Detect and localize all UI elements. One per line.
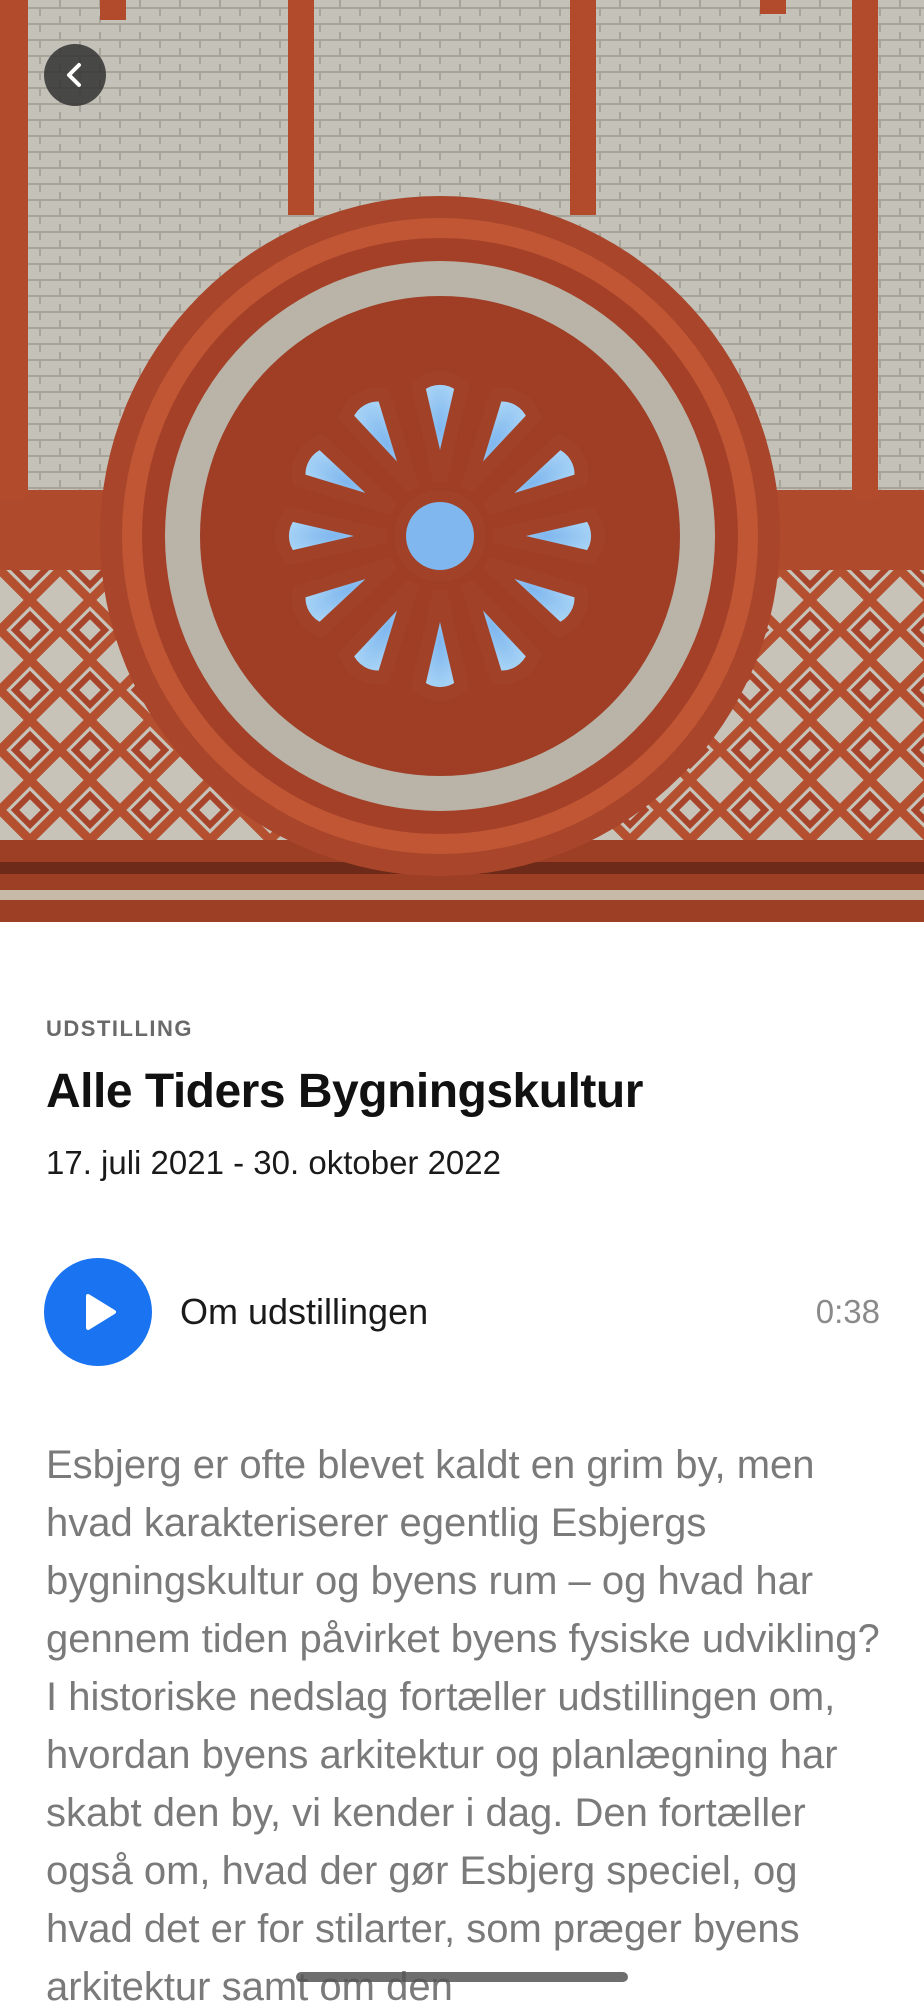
home-indicator[interactable] bbox=[296, 1972, 628, 1982]
audio-title[interactable]: Om udstillingen bbox=[180, 1291, 816, 1333]
exhibition-category: UDSTILLING bbox=[46, 1016, 193, 1041]
play-icon bbox=[86, 1294, 116, 1330]
exhibition-description: Esbjerg er ofte blevet kaldt en grim by,… bbox=[46, 1443, 880, 2009]
hero-image bbox=[0, 0, 924, 922]
back-button[interactable] bbox=[44, 44, 106, 106]
exhibition-dates: 17. juli 2021 - 30. oktober 2022 bbox=[46, 1144, 501, 1181]
play-button[interactable] bbox=[44, 1258, 152, 1366]
audio-duration: 0:38 bbox=[815, 1293, 880, 1330]
chevron-left-icon bbox=[67, 63, 81, 87]
exhibition-title: Alle Tiders Bygningskultur bbox=[46, 1065, 643, 1118]
audio-player[interactable]: Om udstillingen 0:38 bbox=[44, 1258, 880, 1366]
rose-window-illustration bbox=[0, 0, 924, 922]
